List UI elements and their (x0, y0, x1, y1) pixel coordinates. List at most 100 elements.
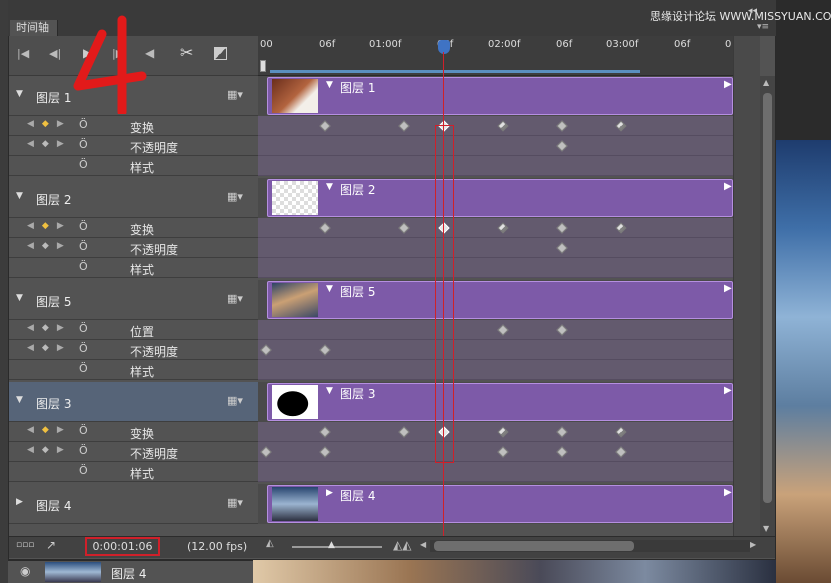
film-strip-icon[interactable]: ▦▾ (227, 292, 243, 305)
clip-expand-icon[interactable]: ▼ (326, 80, 333, 90)
layer-clip[interactable] (267, 77, 733, 115)
keyframe-navigator[interactable]: ◀◆▶ (27, 445, 72, 455)
keyframe-navigator[interactable]: ◀◆▶ (27, 221, 72, 231)
stopwatch-icon[interactable]: Ö (79, 158, 88, 171)
property-label: 变换 (130, 121, 155, 135)
zoom-in-icon[interactable]: ◭◭ (393, 538, 411, 552)
film-strip-icon[interactable]: ▦▾ (227, 190, 243, 203)
film-strip-icon[interactable]: ▦▾ (227, 88, 243, 101)
clip-thumbnail (272, 385, 318, 419)
keyframe-navigator[interactable]: ◀◆▶ (27, 139, 72, 149)
tab-timeline[interactable]: 时间轴 (10, 20, 58, 36)
transition-icon[interactable] (214, 47, 227, 60)
current-time[interactable]: 0:00:01:06 (85, 537, 160, 556)
stopwatch-icon[interactable]: Ö (79, 322, 88, 335)
highlight-box (435, 125, 454, 463)
ruler-label: 03:00f (606, 39, 639, 50)
film-strip-icon[interactable]: ▦▾ (227, 394, 243, 407)
ruler-label: 01:00f (369, 39, 402, 50)
scroll-up-icon[interactable]: ▲ (763, 78, 769, 87)
clip-thumbnail (272, 283, 318, 317)
keyframe-navigator[interactable]: ◀◆▶ (27, 343, 72, 353)
scroll-down-icon[interactable]: ▼ (763, 524, 769, 533)
clip-expand-icon[interactable]: ▼ (326, 386, 333, 396)
scroll-left-icon[interactable]: ◀ (420, 540, 426, 549)
clip-end-icon[interactable]: ▶ (724, 79, 732, 90)
panel-menu-icon[interactable]: ▾≡ (757, 22, 769, 32)
layer-header-name: 图层 4 (36, 499, 72, 513)
layer-header-name: 图层 5 (36, 295, 72, 309)
property-label: 不透明度 (130, 345, 179, 359)
layer-header-name: 图层 2 (36, 193, 72, 207)
first-frame-icon[interactable]: |◀ (17, 47, 29, 60)
property-label: 位置 (130, 325, 155, 339)
property-track (258, 462, 733, 482)
property-label: 不透明度 (130, 447, 179, 461)
clip-label: 图层 2 (340, 183, 376, 197)
clip-expand-icon[interactable]: ▼ (326, 182, 333, 192)
stopwatch-icon[interactable]: Ö (79, 220, 88, 233)
keyframe-navigator[interactable]: ◀◆▶ (27, 119, 72, 129)
visibility-eye-icon[interactable]: ◉ (20, 564, 30, 578)
scissors-icon[interactable]: ✂ (180, 43, 193, 62)
background-photo (776, 140, 831, 583)
playhead-handle[interactable] (438, 40, 450, 54)
expand-down-icon[interactable]: ▼ (16, 191, 23, 201)
property-track (258, 136, 733, 156)
keyframe-navigator[interactable]: ◀◆▶ (27, 425, 72, 435)
clip-end-icon[interactable]: ▶ (724, 487, 732, 498)
layer-clip[interactable] (267, 179, 733, 217)
stopwatch-icon[interactable]: Ö (79, 260, 88, 273)
clip-collapsed-icon[interactable]: ▶ (326, 488, 333, 498)
collapse-icon[interactable]: ◂◂ (748, 6, 757, 16)
keyframe-navigator[interactable]: ◀◆▶ (27, 323, 72, 333)
zoom-slider-thumb[interactable]: ▲ (328, 540, 335, 550)
expand-down-icon[interactable]: ▼ (16, 293, 23, 303)
property-label: 样式 (130, 161, 155, 175)
property-track (258, 320, 733, 340)
property-label: 不透明度 (130, 141, 179, 155)
stopwatch-icon[interactable]: Ö (79, 240, 88, 253)
scroll-right-icon[interactable]: ▶ (750, 540, 756, 549)
expand-right-icon[interactable]: ▶ (16, 497, 23, 507)
ruler-label: 02:00f (488, 39, 521, 50)
expand-down-icon[interactable]: ▼ (16, 395, 23, 405)
clip-end-icon[interactable]: ▶ (724, 181, 732, 192)
stopwatch-icon[interactable]: Ö (79, 138, 88, 151)
canvas-photo-strip (253, 560, 776, 583)
clip-label: 图层 1 (340, 81, 376, 95)
layer-clip[interactable] (267, 383, 733, 421)
stopwatch-icon[interactable]: Ö (79, 118, 88, 131)
property-track (258, 360, 733, 380)
expand-down-icon[interactable]: ▼ (16, 89, 23, 99)
keyframe-navigator[interactable]: ◀◆▶ (27, 241, 72, 251)
stopwatch-icon[interactable]: Ö (79, 424, 88, 437)
layer-name[interactable]: 图层 4 (111, 565, 146, 582)
scrollbar-thumb[interactable] (763, 93, 772, 503)
work-area-start[interactable] (260, 60, 266, 72)
property-track (258, 156, 733, 176)
clip-end-icon[interactable]: ▶ (724, 385, 732, 396)
ruler-label: 06f (674, 39, 691, 50)
stopwatch-icon[interactable]: Ö (79, 464, 88, 477)
zoom-slider[interactable] (292, 546, 382, 548)
clip-end-icon[interactable]: ▶ (724, 283, 732, 294)
render-video-icon[interactable]: ↗ (46, 538, 56, 552)
layer-clip[interactable] (267, 281, 733, 319)
property-label: 样式 (130, 263, 155, 277)
layer-clip[interactable] (267, 485, 733, 523)
film-strip-icon[interactable]: ▦▾ (227, 496, 243, 509)
prev-frame-icon[interactable]: ◀| (49, 47, 61, 60)
ruler-label: 06f (556, 39, 573, 50)
zoom-out-icon[interactable]: ◭ (266, 538, 274, 549)
h-scrollbar-thumb[interactable] (434, 541, 634, 551)
stopwatch-icon[interactable]: Ö (79, 444, 88, 457)
convert-frames-icon[interactable]: ▫▫▫ (16, 540, 34, 550)
stopwatch-icon[interactable]: Ö (79, 362, 88, 375)
layer-header-name: 图层 1 (36, 91, 72, 105)
property-label: 变换 (130, 223, 155, 237)
ruler-label: 00 (260, 39, 273, 50)
work-area-bar[interactable] (270, 70, 640, 73)
stopwatch-icon[interactable]: Ö (79, 342, 88, 355)
clip-expand-icon[interactable]: ▼ (326, 284, 333, 294)
